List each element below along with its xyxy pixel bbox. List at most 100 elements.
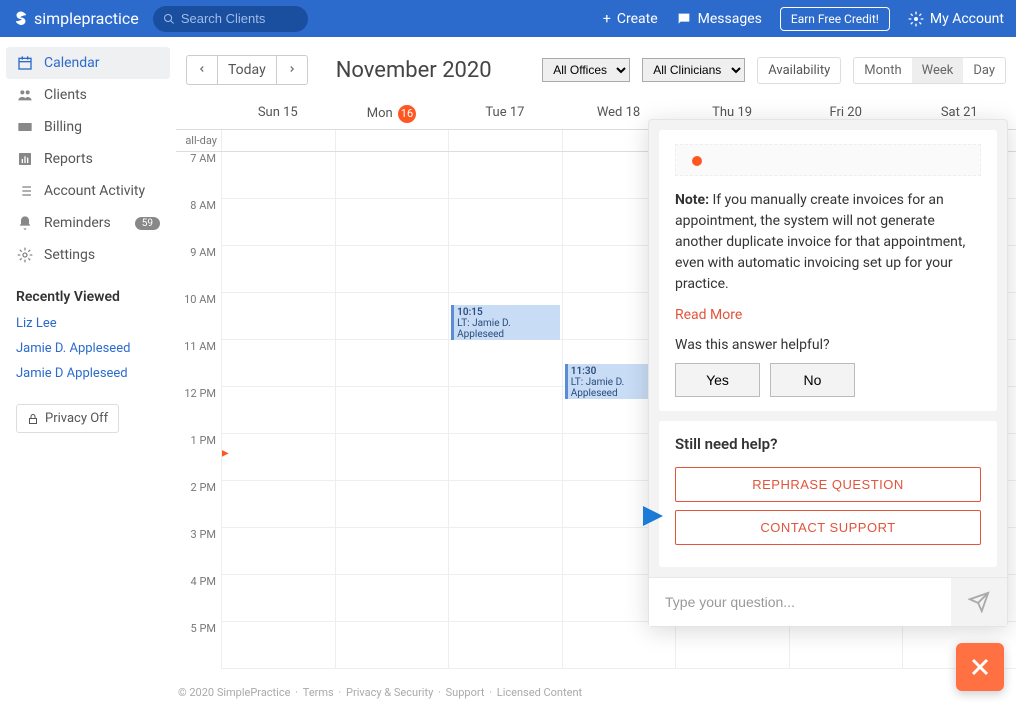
close-icon bbox=[968, 655, 992, 679]
card-icon bbox=[16, 118, 34, 136]
nav-label: Clients bbox=[44, 87, 87, 103]
day-header: Sun 15 bbox=[221, 99, 335, 129]
nav-billing[interactable]: Billing bbox=[6, 111, 170, 143]
day-header: Tue 17 bbox=[448, 99, 562, 129]
time-label: 3 PM bbox=[176, 528, 221, 575]
privacy-toggle[interactable]: Privacy Off bbox=[16, 404, 119, 433]
close-help-button[interactable] bbox=[956, 643, 1004, 691]
earn-credit-button[interactable]: Earn Free Credit! bbox=[780, 7, 890, 31]
day-header-today: Mon 16 bbox=[335, 99, 449, 129]
reminders-badge: 59 bbox=[135, 217, 160, 230]
next-button[interactable] bbox=[277, 56, 307, 84]
footer-link[interactable]: Support bbox=[446, 686, 485, 699]
help-panel: Note: If you manually create invoices fo… bbox=[648, 119, 1008, 627]
nav-activity[interactable]: Account Activity bbox=[6, 175, 170, 207]
time-label: 12 PM bbox=[176, 387, 221, 434]
day-col[interactable] bbox=[221, 152, 335, 669]
time-label: 8 AM bbox=[176, 199, 221, 246]
logo[interactable]: simplepractice bbox=[12, 9, 139, 28]
prev-button[interactable] bbox=[187, 56, 218, 84]
nav-calendar[interactable]: Calendar bbox=[6, 47, 170, 79]
nav-reports[interactable]: Reports bbox=[6, 143, 170, 175]
time-label: 9 AM bbox=[176, 246, 221, 293]
helpful-question: Was this answer helpful? bbox=[675, 337, 981, 353]
contact-support-button[interactable]: CONTACT SUPPORT bbox=[675, 510, 981, 545]
gear-icon bbox=[16, 246, 34, 264]
recent-item[interactable]: Liz Lee bbox=[6, 311, 170, 336]
availability-button[interactable]: Availability bbox=[757, 57, 841, 84]
day-col[interactable] bbox=[335, 152, 449, 669]
send-icon bbox=[968, 591, 990, 613]
my-account-button[interactable]: My Account bbox=[908, 11, 1004, 27]
event-time: 10:15 bbox=[457, 307, 557, 318]
day-col[interactable]: 10:15LT: Jamie D. Appleseed bbox=[448, 152, 562, 669]
chat-icon bbox=[676, 11, 692, 27]
footer-link[interactable]: Privacy & Security bbox=[346, 686, 433, 699]
time-label: 4 PM bbox=[176, 575, 221, 622]
nav-settings[interactable]: Settings bbox=[6, 239, 170, 271]
read-more-link[interactable]: Read More bbox=[675, 307, 981, 323]
lock-icon bbox=[27, 413, 39, 425]
messages-label: Messages bbox=[698, 11, 762, 27]
help-note-text: Note: If you manually create invoices fo… bbox=[675, 190, 981, 295]
today-button[interactable]: Today bbox=[218, 56, 277, 84]
view-week-button[interactable]: Week bbox=[912, 58, 964, 83]
footer-link[interactable]: Terms bbox=[303, 686, 334, 699]
recently-viewed-title: Recently Viewed bbox=[6, 271, 170, 311]
calendar-icon bbox=[16, 54, 34, 72]
chart-icon bbox=[16, 150, 34, 168]
bell-icon bbox=[16, 214, 34, 232]
today-date-badge: 16 bbox=[398, 105, 416, 123]
time-label: 10 AM bbox=[176, 293, 221, 340]
search-icon bbox=[163, 12, 175, 26]
nav-label: Account Activity bbox=[44, 183, 145, 199]
calendar-title: November 2020 bbox=[336, 58, 492, 83]
rephrase-question-button[interactable]: REPHRASE QUESTION bbox=[675, 467, 981, 502]
view-month-button[interactable]: Month bbox=[854, 58, 911, 83]
search-input[interactable] bbox=[181, 11, 298, 26]
plus-icon: + bbox=[603, 11, 611, 27]
event-title: LT: Jamie D. Appleseed bbox=[457, 318, 557, 340]
nav-label: Settings bbox=[44, 247, 95, 263]
time-label: 5 PM bbox=[176, 622, 221, 669]
footer-link[interactable]: Licensed Content bbox=[497, 686, 582, 699]
recent-item[interactable]: Jamie D Appleseed bbox=[6, 361, 170, 386]
privacy-label: Privacy Off bbox=[45, 411, 108, 426]
messages-button[interactable]: Messages bbox=[676, 11, 762, 27]
recent-item[interactable]: Jamie D. Appleseed bbox=[6, 336, 170, 361]
nav-label: Reports bbox=[44, 151, 93, 167]
create-button[interactable]: + Create bbox=[603, 11, 658, 27]
calendar-event[interactable]: 10:15LT: Jamie D. Appleseed bbox=[451, 305, 560, 340]
list-icon bbox=[16, 182, 34, 200]
people-icon bbox=[16, 86, 34, 104]
office-select[interactable]: All Offices bbox=[542, 58, 630, 82]
time-label: 11 AM bbox=[176, 340, 221, 387]
chevron-left-icon bbox=[197, 64, 207, 74]
pointer-arrow-icon bbox=[558, 496, 668, 536]
create-label: Create bbox=[617, 11, 658, 27]
clinician-select[interactable]: All Clinicians bbox=[642, 58, 745, 82]
nav-reminders[interactable]: Reminders 59 bbox=[6, 207, 170, 239]
account-label: My Account bbox=[930, 11, 1004, 27]
nav-clients[interactable]: Clients bbox=[6, 79, 170, 111]
send-button[interactable] bbox=[951, 578, 1007, 626]
time-label: 1 PM bbox=[176, 434, 221, 481]
nav-label: Calendar bbox=[44, 55, 100, 71]
gear-icon bbox=[908, 11, 924, 27]
chevron-right-icon bbox=[287, 64, 297, 74]
search-wrap[interactable] bbox=[153, 6, 308, 32]
no-button[interactable]: No bbox=[770, 363, 855, 397]
time-label: 2 PM bbox=[176, 481, 221, 528]
time-label: 7 AM bbox=[176, 152, 221, 199]
help-screenshot-thumbnail bbox=[675, 144, 981, 176]
nav-label: Reminders bbox=[44, 215, 111, 231]
nav-label: Billing bbox=[44, 119, 82, 135]
yes-button[interactable]: Yes bbox=[675, 363, 760, 397]
view-day-button[interactable]: Day bbox=[963, 58, 1005, 83]
footer: © 2020 SimplePractice · Terms · Privacy … bbox=[176, 682, 584, 703]
allday-label: all-day bbox=[176, 130, 221, 151]
logo-text: simplepractice bbox=[34, 9, 139, 28]
sidebar: Calendar Clients Billing Reports Account… bbox=[0, 37, 176, 703]
still-need-help-title: Still need help? bbox=[675, 435, 981, 453]
help-question-input[interactable] bbox=[649, 578, 951, 626]
